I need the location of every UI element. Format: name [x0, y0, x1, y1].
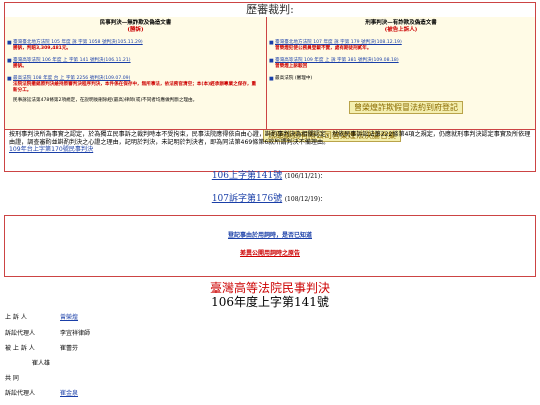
- party-role: 訴訟代理人: [5, 390, 36, 397]
- bullet-icon: ■: [7, 58, 12, 64]
- party-row: 上 訴 人 曾榮煌: [5, 314, 78, 321]
- party-role: 崔人雄: [32, 360, 51, 367]
- judgment-link[interactable]: 臺灣高等法院 109 年度 上 訴 字第 381 號判決(109.08.18): [275, 58, 399, 63]
- judgment-outcome: 曾榮煌犯使公務員登載不實，處有期徒刑貳年。: [275, 46, 372, 51]
- party-role: 被 上 訴 人: [5, 345, 35, 352]
- judgment-link[interactable]: 臺灣臺北地方法院 105 年度 訴 字第 1058 號判決(105.11.29): [13, 40, 143, 45]
- party-role: 共 同: [5, 375, 19, 382]
- highlight-box: 登記事由於用詞時，是否已知道 差異公開用詞時之原告: [4, 215, 536, 277]
- civil-judgment-column: 民事判決—無詐欺及偽造文書 (勝訴) ■ 臺灣臺北地方法院 105 年度 訴 字…: [5, 17, 267, 129]
- list-item: ■ 臺灣高等法院 109 年度 上 訴 字第 381 號判決(109.08.18…: [269, 58, 529, 70]
- bullet-icon: ■: [269, 58, 274, 64]
- judgment-status: 最高法院 (審理中): [275, 76, 313, 81]
- bullet-icon: ■: [7, 40, 12, 46]
- bullet-icon: ■: [7, 76, 12, 82]
- highlight-link-1[interactable]: 登記事由於用詞時，是否已知道: [228, 232, 312, 239]
- legal-note-text: 按刑事判決所為事實之認定，於為獨立民事訴之裁判時本不受拘束，民事法院應得依自由心…: [9, 131, 531, 146]
- party-name: 李宜祥律師: [60, 330, 91, 337]
- judgment-outcome: 勝訴，判賠3,309,481元。: [13, 46, 72, 51]
- party-role: 上 訴 人: [5, 314, 27, 321]
- legal-note: 按刑事判決所為事實之認定，於為獨立民事訴之裁判時本不受拘束，民事法院應得依自由心…: [5, 129, 535, 171]
- party-row: 訴訟代理人 李宜祥律師: [5, 330, 90, 337]
- civil-column-title: 民事判決—無詐欺及偽造文書: [99, 20, 172, 26]
- party-row: 被 上 訴 人 崔蕾芬: [5, 345, 78, 352]
- case-number: 106年度上字第141號: [211, 295, 329, 309]
- scam-banner[interactable]: 曾榮煌詐欺假冒法約到府登記: [349, 101, 463, 114]
- party-role: 訴訟代理人: [5, 330, 36, 337]
- case-link[interactable]: 106上字第141號: [212, 171, 282, 181]
- civil-column-subtitle: (勝訴): [127, 27, 144, 33]
- bullet-icon: ■: [269, 76, 274, 82]
- judgment-link[interactable]: 臺灣臺北地方法院 107 年度 訴 字第 179 號判決(108.12.19): [275, 40, 402, 45]
- legal-note-link[interactable]: 109年台上字第170號民事判決: [9, 146, 93, 153]
- list-item: ■ 臺灣高等法院 106 年度 上 字第 141 號判決(106.11.21) …: [7, 58, 260, 70]
- party-name-link[interactable]: 崔金泉: [60, 390, 78, 397]
- civil-footnote: 民事訴訟法第478條第2項規定，在說明後刪除經(最高)律師(或)不同者均應做判斷…: [13, 98, 198, 103]
- bullet-icon: ■: [269, 40, 274, 46]
- party-row: 訴訟代理人 崔金泉: [5, 390, 78, 397]
- list-item: ■ 臺灣臺北地方法院 105 年度 訴 字第 1058 號判決(105.11.2…: [7, 40, 260, 52]
- case-date: (106/11/21)：: [284, 173, 327, 180]
- judgment-outcome: 曾榮煌上訴駁回: [275, 64, 308, 69]
- panel-title: 歷審裁判:: [5, 3, 535, 18]
- judgment-outcome: 法院法院撤銷原判決維持原審判決程序判決，本件係在保存中，無所事法，依法務官清空；…: [13, 82, 257, 93]
- judgment-outcome: 勝訴。: [13, 64, 27, 69]
- list-item: ■ 最高法院 108 年度 台 上 字第 2256 號判決(109.07.09)…: [7, 76, 260, 94]
- case-date: (108/12/19)：: [284, 196, 327, 203]
- case-link[interactable]: 107訴字第176號: [212, 194, 282, 204]
- party-name: 崔蕾芬: [60, 345, 79, 352]
- judgment-link[interactable]: 最高法院 108 年度 台 上 字第 2256 號判決(109.07.09): [13, 76, 130, 81]
- criminal-column-title: 刑事判決—有詐欺及偽造文書: [365, 20, 437, 26]
- criminal-judgment-column: 刑事判決—有詐欺及偽造文書 (被告上訴人) ■ 臺灣臺北地方法院 107 年度 …: [263, 17, 535, 142]
- highlight-link-2[interactable]: 差異公開用詞時之原告: [240, 250, 300, 257]
- case-row: 107訴字第176號 (108/12/19)：: [4, 191, 534, 207]
- list-item: ■ 最高法院 (審理中): [269, 76, 529, 82]
- party-name-link[interactable]: 曾榮煌: [60, 314, 78, 321]
- list-item: ■ 臺灣臺北地方法院 107 年度 訴 字第 179 號判決(108.12.19…: [269, 40, 529, 52]
- party-row: 崔人雄: [32, 360, 50, 367]
- judgment-link[interactable]: 臺灣高等法院 106 年度 上 字第 141 號判決(106.11.21): [13, 58, 131, 63]
- party-row: 共 同: [5, 375, 19, 382]
- judgment-history-panel: 歷審裁判: 民事判決—無詐欺及偽造文書 (勝訴) ■ 臺灣臺北地方法院 105 …: [4, 2, 536, 172]
- case-row: 106上字第141號 (106/11/21)：: [4, 168, 534, 184]
- criminal-column-subtitle: (被告上訴人): [384, 27, 418, 33]
- court-title: 臺灣高等法院民事判決: [209, 281, 330, 295]
